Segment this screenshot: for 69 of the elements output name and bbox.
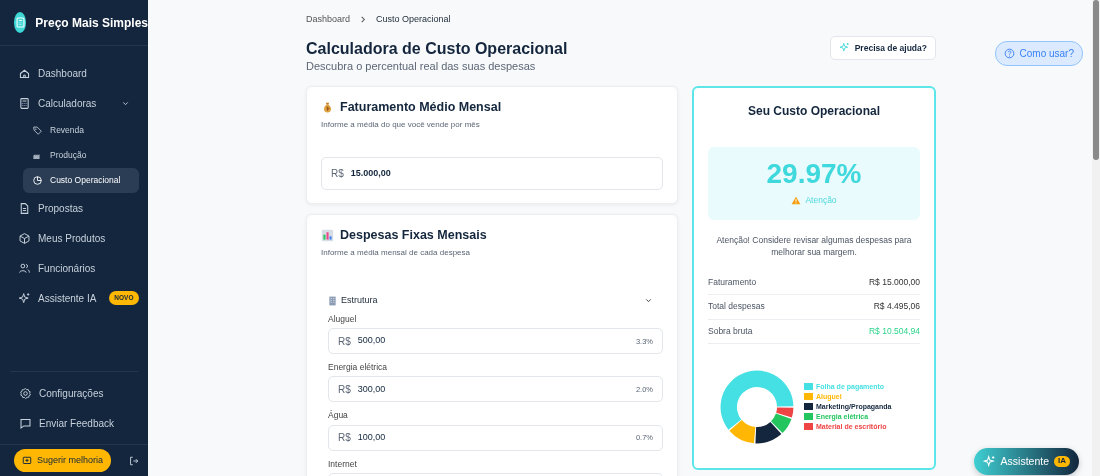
summary-label: Total despesas xyxy=(708,301,765,312)
logo-icon xyxy=(14,12,27,33)
help-button[interactable]: Precisa de ajuda? xyxy=(829,35,936,61)
status-label: Atenção xyxy=(805,194,837,207)
input-field[interactable]: 100,00 xyxy=(357,430,629,445)
card-title: Faturamento Médio Mensal xyxy=(340,100,502,116)
sidebar-subitem[interactable]: Revenda xyxy=(23,118,139,143)
revenue-field[interactable]: R$ 15.000,00 xyxy=(321,157,663,191)
users-icon xyxy=(18,261,31,275)
home-icon xyxy=(18,66,31,80)
suggest-button[interactable]: Sugerir melhoria xyxy=(14,448,112,473)
summary-label: Sobra bruta xyxy=(708,325,753,336)
help-icon xyxy=(1003,48,1015,59)
input-field[interactable]: 500,00 xyxy=(357,334,629,348)
result-message: Atenção! Considere revisar algumas despesas para melhorar sua margem. xyxy=(715,233,913,260)
bar-chart-icon xyxy=(321,229,334,243)
breadcrumb-item[interactable]: Dashboard xyxy=(306,13,351,27)
field-label: Água xyxy=(328,410,349,421)
sidebar-item[interactable]: Funcionários xyxy=(9,253,139,283)
field-label: Energia elétrica xyxy=(328,362,389,373)
breadcrumb-item: Custo Operacional xyxy=(376,13,451,26)
result-percent: 29.97% xyxy=(766,159,862,190)
document-icon xyxy=(18,201,31,215)
scrollbar-thumb[interactable] xyxy=(1093,0,1099,160)
calculator-icon xyxy=(18,96,31,110)
logout-icon[interactable] xyxy=(129,455,140,466)
warning-icon xyxy=(791,195,802,205)
field-label: Internet xyxy=(328,458,358,469)
tag-icon xyxy=(32,125,43,136)
settings-icon xyxy=(19,386,32,400)
sidebar-item[interactable]: Enviar Feedback xyxy=(10,408,138,438)
page-subtitle: Descubra o percentual real das suas despesas xyxy=(306,58,537,74)
sparkle-icon xyxy=(982,455,996,468)
add-comment-icon xyxy=(22,455,32,466)
sidebar-subitem[interactable]: Produção xyxy=(23,143,139,168)
brand-name: Preço Mais Simples xyxy=(35,14,148,32)
page-title: Calculadora de Custo Operacional xyxy=(306,38,568,58)
currency-prefix: R$ xyxy=(338,431,351,446)
sidebar-item[interactable]: Calculadoras xyxy=(9,88,139,118)
assistant-button[interactable]: Assistente IA xyxy=(973,448,1079,475)
summary-value: R$ 10.504,94 xyxy=(868,325,920,336)
summary-value: R$ 15.000,00 xyxy=(868,277,920,288)
currency-prefix: R$ xyxy=(338,334,351,349)
sparkle-icon xyxy=(838,42,850,54)
group-header[interactable]: Estrutura xyxy=(321,295,663,306)
sidebar-item[interactable]: Dashboard xyxy=(9,58,139,88)
ia-badge: IA xyxy=(1054,456,1070,467)
input-field[interactable]: 15.000,00 xyxy=(350,166,653,181)
input-field[interactable]: 300,00 xyxy=(357,382,629,397)
card-title: Seu Custo Operacional xyxy=(747,103,881,121)
card-subtitle: Informe a média mensal de cada despesa xyxy=(321,247,471,260)
currency-prefix: R$ xyxy=(331,167,344,182)
sidebar-subitem[interactable]: Custo Operacional xyxy=(23,168,139,193)
card-subtitle: Informe a média do que você vende por mês xyxy=(321,119,481,132)
chat-icon xyxy=(19,416,32,430)
summary-value: R$ 4.495,06 xyxy=(873,301,920,312)
sidebar-item[interactable]: Configurações xyxy=(10,378,138,408)
summary-label: Faturamento xyxy=(708,277,757,288)
sidebar-item[interactable]: Propostas xyxy=(9,193,139,223)
field-label: Aluguel xyxy=(328,314,358,325)
currency-prefix: R$ xyxy=(338,382,351,397)
card-title: Despesas Fixas Mensais xyxy=(340,228,487,244)
money-bag-icon xyxy=(321,101,334,115)
box-icon xyxy=(18,231,31,245)
sparkle-icon xyxy=(18,291,31,305)
chevron-icon xyxy=(360,16,367,24)
pie-chart-icon xyxy=(32,175,43,186)
building-icon xyxy=(328,295,337,306)
sidebar-item[interactable]: Meus Produtos xyxy=(9,223,139,253)
